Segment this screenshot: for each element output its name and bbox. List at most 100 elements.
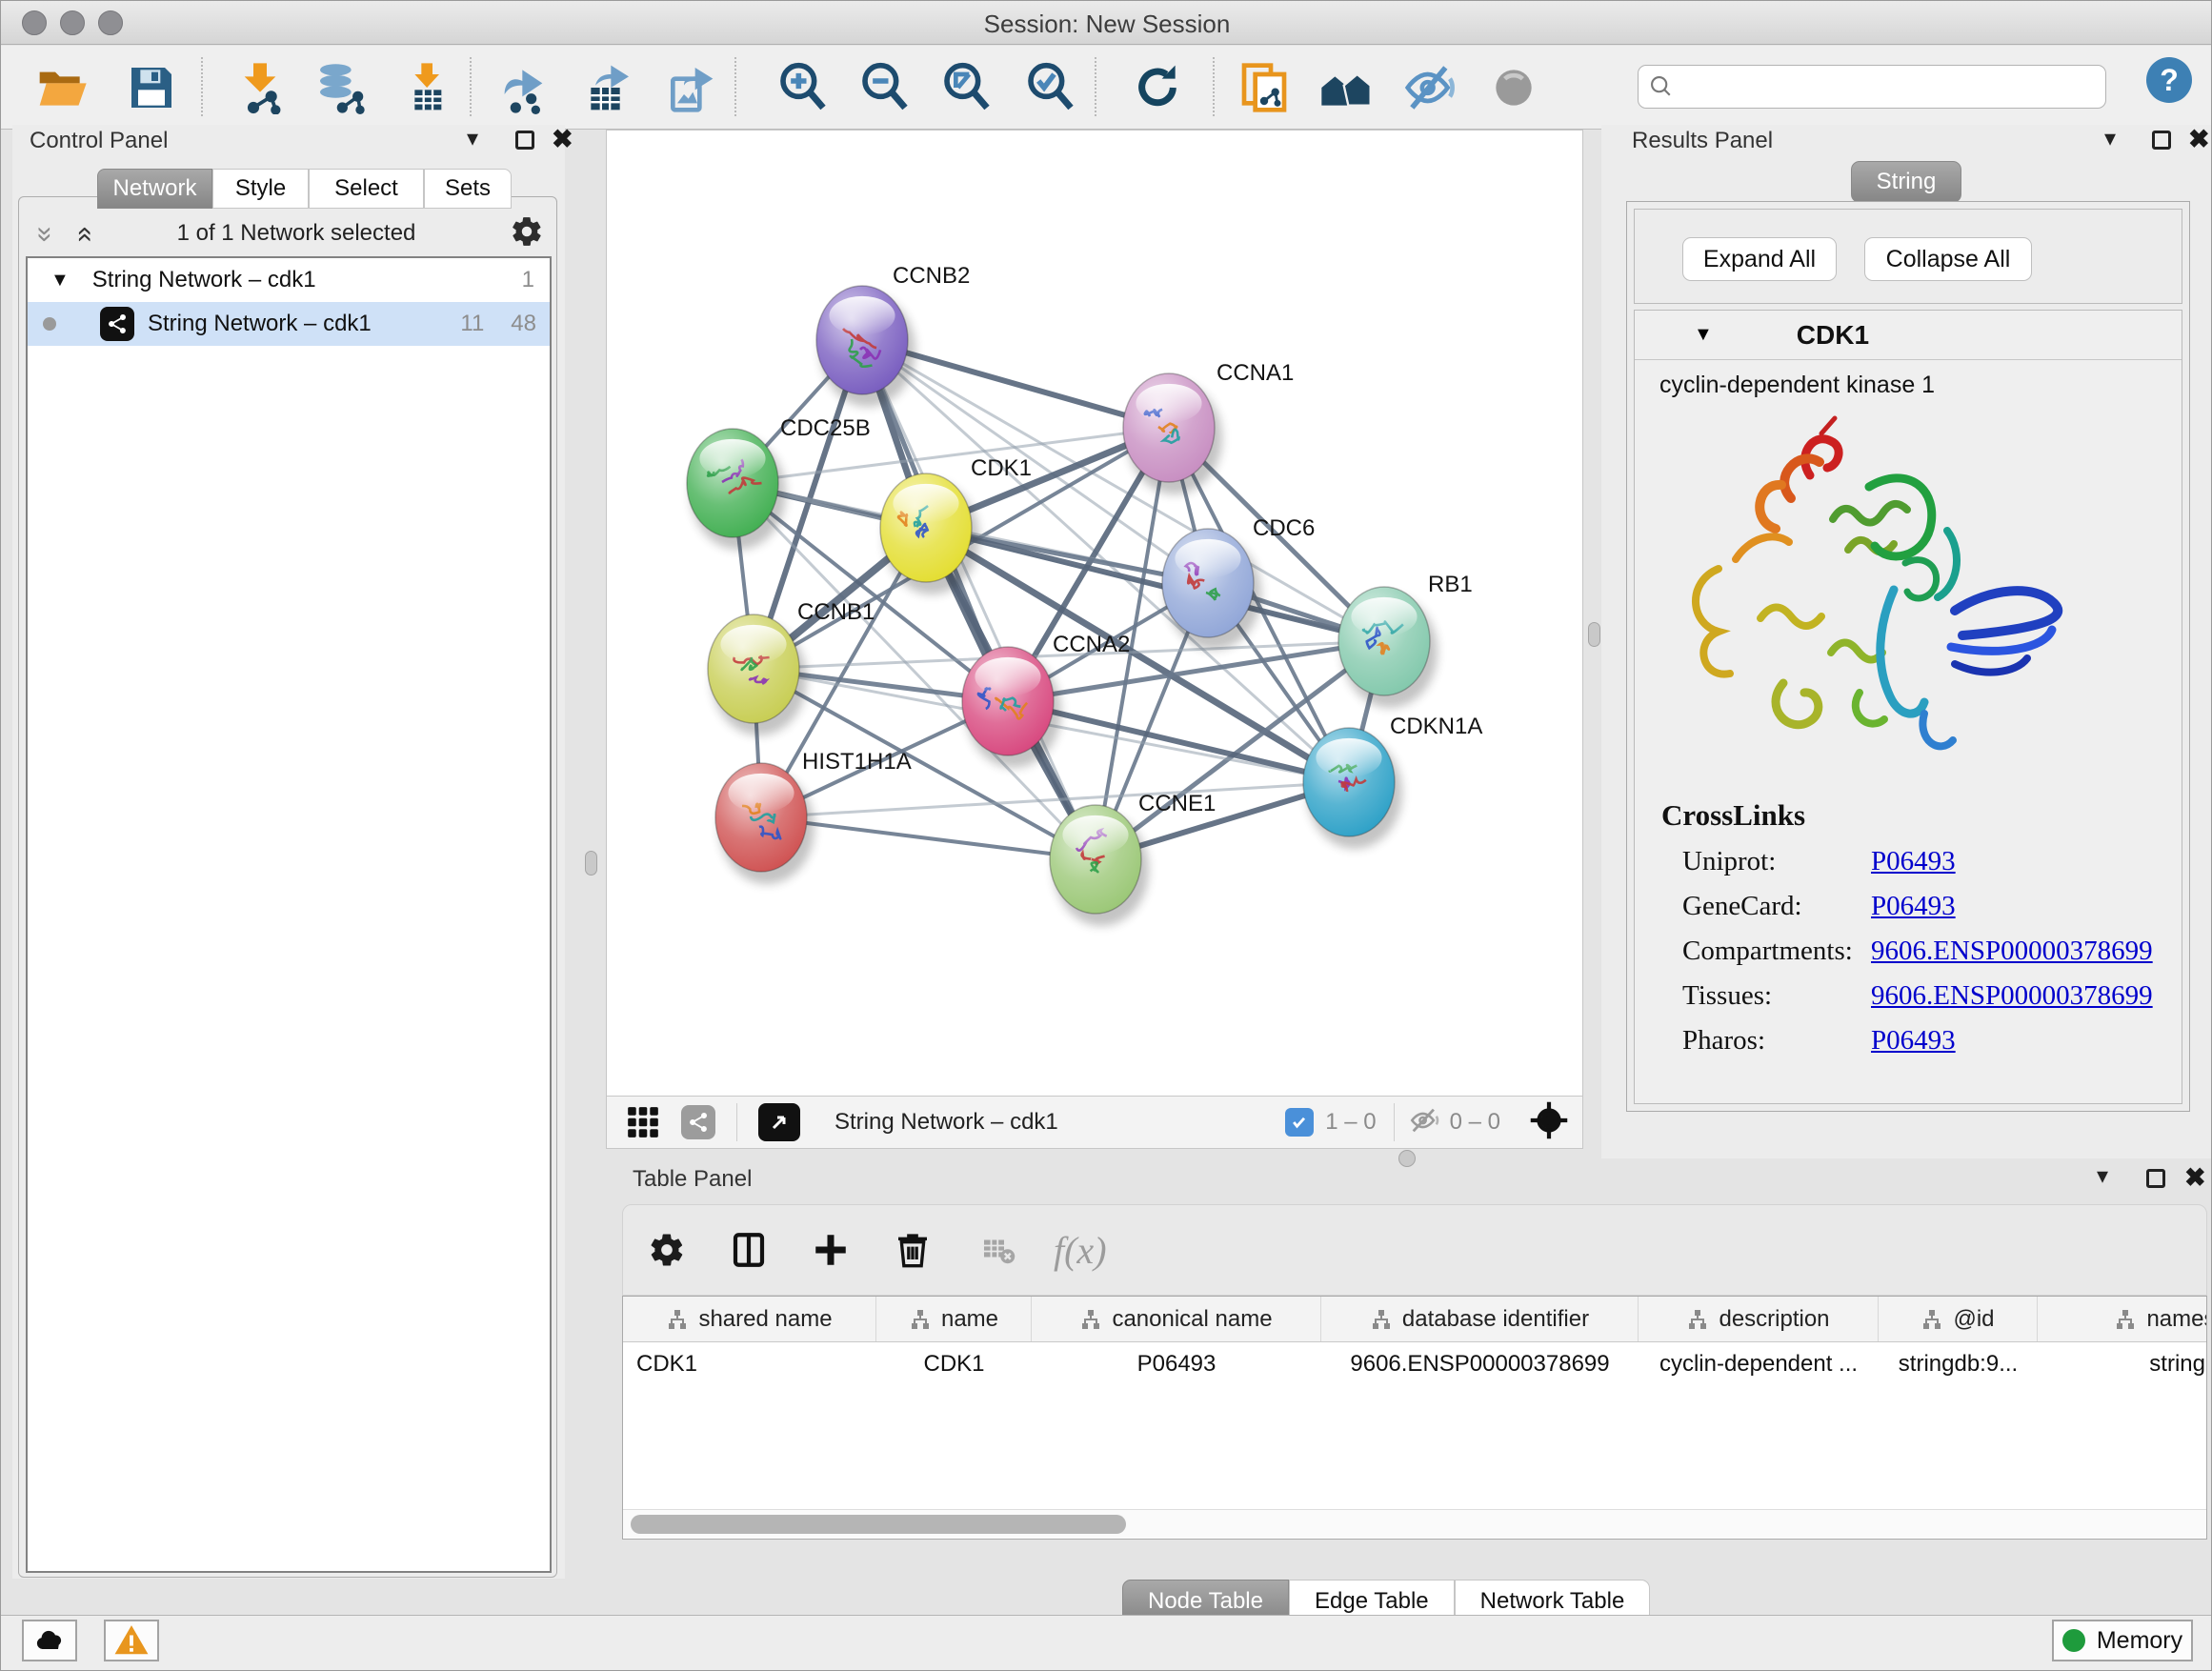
table-horizontal-scrollbar[interactable] — [623, 1509, 2206, 1538]
crosslink-value[interactable]: P06493 — [1871, 1025, 1956, 1057]
network-view-type-icon[interactable] — [681, 1105, 715, 1139]
tab-network[interactable]: Network — [97, 169, 212, 209]
column-header-namespace[interactable]: namespace — [2038, 1297, 2207, 1341]
copy-style-icon[interactable] — [1234, 57, 1295, 118]
table-row[interactable]: CDK1CDK1P064939606.ENSP00000378699cyclin… — [623, 1342, 2206, 1386]
expand-all-networks-icon[interactable]: » — [67, 227, 99, 243]
zoom-selected-icon[interactable] — [1020, 57, 1081, 118]
right-splitter-handle[interactable] — [1588, 622, 1600, 647]
export-table-icon[interactable] — [578, 57, 639, 118]
network-node-CCNA1[interactable]: CCNA1 — [1123, 360, 1294, 494]
tree-collapse-icon[interactable]: ▼ — [50, 270, 70, 292]
search-input[interactable] — [1675, 68, 2105, 106]
crosslink-label: Pharos: — [1682, 1025, 1871, 1057]
export-image-icon[interactable] — [660, 57, 721, 118]
warnings-button[interactable] — [104, 1620, 159, 1661]
crosslink-value[interactable]: P06493 — [1871, 846, 1956, 877]
gene-collapse-icon[interactable]: ▼ — [1694, 324, 1713, 346]
zoom-fit-icon[interactable] — [936, 57, 997, 118]
network-edge-count: 48 — [511, 311, 536, 337]
collapse-all-button[interactable]: Collapse All — [1864, 237, 2032, 281]
crosslink-row: GeneCard:P06493 — [1661, 891, 2182, 922]
column-header-canonical-name[interactable]: canonical name — [1032, 1297, 1321, 1341]
detach-view-icon[interactable] — [758, 1103, 800, 1141]
hide-visual-properties-icon[interactable] — [1399, 57, 1460, 118]
network-node-CDK1[interactable]: CDK1 — [880, 455, 1032, 594]
column-header--id[interactable]: @id — [1879, 1297, 2038, 1341]
network-status-dot — [43, 317, 56, 331]
tab-string-results[interactable]: String — [1851, 161, 1961, 203]
help-button[interactable]: ? — [2146, 57, 2192, 103]
crosslink-value[interactable]: 9606.ENSP00000378699 — [1871, 980, 2153, 1012]
import-network-icon[interactable] — [230, 57, 291, 118]
results-panel-float-icon[interactable] — [2152, 131, 2171, 150]
table-options-gear-icon[interactable] — [636, 1219, 697, 1280]
network-node-CDKN1A[interactable]: CDKN1A — [1303, 714, 1482, 849]
selected-nodes-checkbox-icon[interactable] — [1285, 1108, 1314, 1137]
control-panel-float-icon[interactable] — [515, 131, 534, 150]
network-node-CCNB1[interactable]: CCNB1 — [708, 599, 875, 735]
gene-section: ▼ CDK1 cyclin-dependent kinase 1 — [1634, 310, 2182, 1104]
column-header-name[interactable]: name — [876, 1297, 1032, 1341]
scrollbar-thumb[interactable] — [631, 1515, 1126, 1534]
tab-select[interactable]: Select — [309, 169, 424, 209]
table-panel-close-icon[interactable]: ✖ — [2184, 1165, 2206, 1191]
export-network-icon[interactable] — [496, 57, 557, 118]
import-network-from-database-icon[interactable] — [310, 57, 371, 118]
table-panel-title: Table Panel — [633, 1166, 752, 1193]
crosslinks-title: CrossLinks — [1661, 798, 2182, 833]
network-node-CDC6[interactable]: CDC6 — [1162, 515, 1315, 650]
network-canvas[interactable]: CCNB2CCNA1CDC25BCDK1CDC6RB1CCNB1CCNA2CDK… — [606, 130, 1583, 1149]
network-node-CCNA2[interactable]: CCNA2 — [962, 632, 1130, 768]
control-panel-menu-icon[interactable]: ▾ — [467, 125, 478, 152]
gene-section-header[interactable]: ▼ CDK1 — [1635, 311, 2182, 360]
node-table-header-row: shared namenamecanonical namedatabase id… — [623, 1297, 2206, 1342]
delete-column-icon[interactable] — [882, 1219, 943, 1280]
network-node-RB1[interactable]: RB1 — [1338, 572, 1473, 708]
grid-view-icon[interactable] — [613, 1092, 674, 1153]
table-cell: stringdb — [2038, 1351, 2207, 1378]
table-panel-header: Table Panel ▾ ✖ — [618, 1158, 2212, 1204]
refresh-layout-icon[interactable] — [1127, 57, 1188, 118]
create-column-icon[interactable] — [800, 1219, 861, 1280]
collapse-all-networks-icon[interactable]: » — [29, 227, 61, 243]
show-columns-icon[interactable] — [718, 1219, 779, 1280]
import-table-icon[interactable] — [395, 57, 456, 118]
gene-symbol: CDK1 — [1797, 320, 1869, 351]
network-node-CCNB2[interactable]: CCNB2 — [816, 263, 970, 407]
crosslink-value[interactable]: 9606.ENSP00000378699 — [1871, 936, 2153, 967]
tab-style[interactable]: Style — [212, 169, 309, 209]
show-network-overview-icon[interactable] — [1316, 57, 1377, 118]
network-node-CCNE1[interactable]: CCNE1 — [1050, 791, 1216, 926]
left-splitter-handle[interactable] — [585, 851, 597, 876]
control-panel-close-icon[interactable]: ✖ — [552, 127, 573, 152]
zoom-in-icon[interactable] — [773, 57, 834, 118]
crosslink-row: Pharos:P06493 — [1661, 1025, 2182, 1057]
results-panel-menu-icon[interactable]: ▾ — [2104, 125, 2116, 152]
network-view-toolbar: String Network – cdk1 1 – 0 0 – 0 — [607, 1096, 1582, 1148]
network-options-gear-icon[interactable] — [510, 214, 544, 253]
network-row-selected[interactable]: String Network – cdk1 11 48 — [28, 302, 550, 346]
save-session-icon[interactable] — [121, 57, 182, 118]
hidden-elements-icon — [1408, 1104, 1440, 1141]
column-header-database-identifier[interactable]: database identifier — [1321, 1297, 1639, 1341]
table-panel-menu-icon[interactable]: ▾ — [2097, 1162, 2108, 1190]
column-header-shared-name[interactable]: shared name — [623, 1297, 876, 1341]
network-list: ▼ String Network – cdk1 1 String Network… — [26, 256, 552, 1573]
network-collection-row[interactable]: ▼ String Network – cdk1 1 — [28, 258, 550, 302]
expand-all-button[interactable]: Expand All — [1682, 237, 1837, 281]
results-panel-close-icon[interactable]: ✖ — [2188, 127, 2210, 152]
zoom-out-icon[interactable] — [855, 57, 915, 118]
birds-eye-view-icon[interactable] — [1529, 1100, 1569, 1145]
tab-sets[interactable]: Sets — [424, 169, 512, 209]
open-session-icon[interactable] — [31, 57, 92, 118]
network-node-HIST1H1A[interactable]: HIST1H1A — [715, 749, 912, 884]
table-panel-float-icon[interactable] — [2146, 1169, 2165, 1188]
column-header-description[interactable]: description — [1639, 1297, 1879, 1341]
crosslink-value[interactable]: P06493 — [1871, 891, 1956, 922]
cloud-status-button[interactable] — [22, 1620, 77, 1661]
memory-button[interactable]: Memory — [2052, 1620, 2193, 1661]
string-network-graph[interactable]: CCNB2CCNA1CDC25BCDK1CDC6RB1CCNB1CCNA2CDK… — [607, 131, 1582, 1096]
toolbar-separator — [1095, 57, 1096, 116]
inspect-eye-icon — [1483, 57, 1544, 118]
